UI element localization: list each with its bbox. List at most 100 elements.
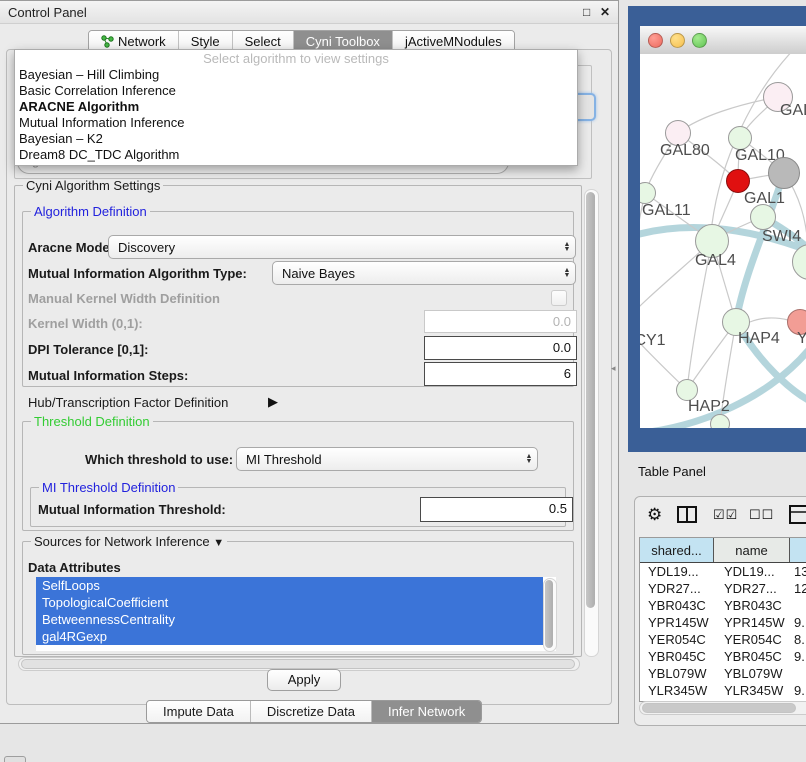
table-cell: YDR27... [640,580,714,597]
columns-icon[interactable] [677,506,697,523]
table-cell: YBR043C [640,597,714,614]
dpi-tolerance-field[interactable]: 0.0 [424,336,577,360]
window-grip[interactable] [4,756,26,762]
network-canvas[interactable]: GAL GAL80 GAL10 GAL1 GAL11 SWI4 GAL4 GCY… [640,54,806,428]
node-label: Y [797,330,806,348]
node-label: HAP4 [738,330,780,348]
mi-steps-label: Mutual Information Steps: [28,368,188,383]
apply-button[interactable]: Apply [267,669,341,691]
network-icon [101,35,114,48]
deselect-all-icon[interactable]: ☐☐ [749,507,774,523]
table-row[interactable]: YDL19...YDL19...13 [640,563,806,580]
algorithm-definition-title: Algorithm Definition [31,204,150,219]
tab-impute-data[interactable]: Impute Data [147,701,250,722]
manual-kernel-checkbox[interactable] [551,290,567,306]
column-header-partial[interactable] [790,538,806,562]
node-label: GAL [780,102,806,120]
table-cell: YBR045C [640,648,714,665]
table-row[interactable]: YBR043CYBR043C [640,597,806,614]
mi-type-combo[interactable]: Naive Bayes ▲▼ [272,261,576,285]
attribute-item[interactable]: SelfLoops [36,577,543,594]
table-rows: YDL19...YDL19...13YDR27...YDR27...12YBR0… [640,563,806,701]
node-label: GAL80 [660,142,710,160]
mi-threshold-field-label: Mutual Information Threshold: [38,502,226,517]
node-table: shared... name YDL19...YDL19...13YDR27..… [639,537,806,702]
table-panel: ⚙ ☑☑ ☐☐ shared... name YDL19...YDL19...1… [634,496,806,726]
table-cell: YDR27... [714,580,790,597]
algorithm-option[interactable]: Basic Correlation Inference [15,83,577,99]
column-header-shared[interactable]: shared... [640,538,714,562]
panel-collapse-arrow[interactable]: ◂ [611,363,616,374]
table-cell: 13 [790,563,806,580]
table-row[interactable]: YDR27...YDR27...12 [640,580,806,597]
close-traffic-light[interactable] [648,33,663,48]
attribute-item[interactable]: BetweennessCentrality [36,611,543,628]
attribute-item[interactable]: gal4RGexp [36,628,543,645]
kernel-width-label: Kernel Width (0,1): [28,316,143,331]
float-window-icon[interactable]: □ [583,5,590,19]
network-node-gray[interactable] [768,157,800,189]
table-horizontal-scrollbar[interactable] [639,701,806,715]
kernel-width-field[interactable]: 0.0 [424,310,577,333]
table-cell: 9. [790,614,806,631]
table-icon[interactable] [789,505,806,524]
algorithm-option[interactable]: Bayesian – Hill Climbing [15,67,577,83]
minimize-traffic-light[interactable] [670,33,685,48]
table-row[interactable]: YBR045CYBR045C9. [640,648,806,665]
mi-steps-field[interactable]: 6 [424,362,577,386]
attributes-scroll-thumb[interactable] [545,580,553,648]
data-attributes-label: Data Attributes [28,560,121,575]
network-node[interactable] [710,414,730,428]
settings-vertical-scrollbar[interactable] [584,189,599,657]
table-row[interactable]: YER054CYER054C8. [640,631,806,648]
algorithm-dropdown-prompt: Select algorithm to view settings [15,50,577,67]
data-attributes-list: SelfLoopsTopologicalCoefficientBetweenne… [36,577,556,651]
algorithm-option[interactable]: Bayesian – K2 [15,131,577,147]
column-header-name[interactable]: name [714,538,790,562]
mi-threshold-field[interactable]: 0.5 [420,497,573,522]
expand-right-arrow-icon[interactable]: ▶ [268,394,278,410]
algorithm-option[interactable]: ARACNE Algorithm [15,99,577,115]
manual-kernel-label: Manual Kernel Width Definition [28,291,220,306]
threshold-definition-title: Threshold Definition [31,414,153,429]
table-row[interactable]: YLR345WYLR345W9. [640,682,806,699]
table-cell: 9. [790,648,806,665]
attributes-scrollbar[interactable] [543,578,557,652]
network-window-titlebar[interactable] [640,26,806,55]
table-row[interactable]: YBL079WYBL079W [640,665,806,682]
table-cell: YPR145W [640,614,714,631]
zoom-traffic-light[interactable] [692,33,707,48]
tab-discretize-data[interactable]: Discretize Data [250,701,371,722]
collapse-down-arrow-icon[interactable]: ▼ [213,537,224,549]
close-window-icon[interactable]: ✕ [600,5,610,19]
table-panel-title: Table Panel [638,464,706,479]
algorithm-option[interactable]: Mutual Information Inference [15,115,577,131]
table-hscroll-thumb[interactable] [642,703,796,713]
control-panel-titlebar[interactable]: Control Panel □ ✕ [0,1,618,24]
table-cell: YPR145W [714,614,790,631]
mi-type-label: Mutual Information Algorithm Type: [28,266,247,281]
table-cell: YLR345W [714,682,790,699]
select-all-icon[interactable]: ☑☑ [713,507,738,523]
screenshot-root: Control Panel □ ✕ Network Style Select C… [0,0,806,762]
settings-vscroll-thumb[interactable] [586,192,595,608]
table-row[interactable]: YPR145WYPR145W9. [640,614,806,631]
node-label: HAP2 [688,398,730,416]
attribute-item[interactable]: TopologicalCoefficient [36,594,543,611]
table-cell: YDL19... [640,563,714,580]
table-cell: 8. [790,631,806,648]
gear-icon[interactable]: ⚙ [647,505,662,525]
control-panel-window: Control Panel □ ✕ Network Style Select C… [0,0,619,724]
tab-infer-network[interactable]: Infer Network [371,701,481,722]
algorithm-dropdown-list: Bayesian – Hill ClimbingBasic Correlatio… [15,67,577,163]
table-cell: YER054C [714,631,790,648]
algorithm-option[interactable]: Dream8 DC_TDC Algorithm [15,147,577,163]
node-label: GCY1 [640,332,666,350]
aracne-mode-combo[interactable]: Discovery ▲▼ [108,235,576,259]
table-cell: YBR043C [714,597,790,614]
hub-section-label[interactable]: Hub/Transcription Factor Definition [28,395,228,410]
which-threshold-combo[interactable]: MI Threshold ▲▼ [236,447,538,471]
network-node[interactable] [750,204,776,230]
tab-network-label: Network [118,34,166,49]
settings-hscroll-thumb[interactable] [21,659,575,669]
